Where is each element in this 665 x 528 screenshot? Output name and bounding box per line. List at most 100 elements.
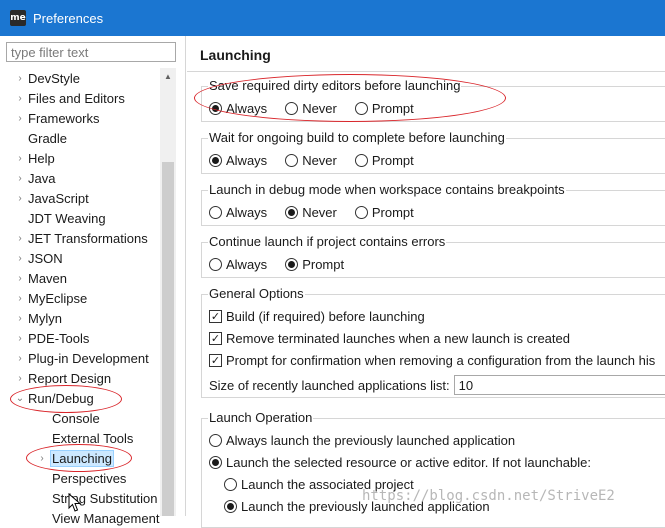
tree-item-label: Maven: [28, 270, 68, 286]
page-title: Launching: [200, 47, 271, 63]
tree-item-jdt-weaving[interactable]: JDT Weaving: [14, 208, 108, 228]
radio-indicator[interactable]: [224, 499, 237, 513]
save-dirty-radio-prompt[interactable]: Prompt: [354, 101, 414, 116]
window-title: Preferences: [33, 10, 104, 26]
radio-indicator[interactable]: [285, 153, 299, 167]
radio-label: Prompt: [371, 204, 414, 220]
wait-build-radio-never[interactable]: Never: [285, 153, 337, 168]
wait-build-radio-always[interactable]: Always: [209, 153, 267, 168]
radio-indicator[interactable]: [209, 153, 222, 167]
scrollbar-thumb[interactable]: [162, 162, 174, 516]
radio-indicator[interactable]: [209, 101, 222, 115]
checkbox-checked-icon[interactable]: ✓: [209, 331, 222, 345]
radio-label: Always launch the previously launched ap…: [226, 432, 516, 448]
tree-item-frameworks[interactable]: › Frameworks: [14, 108, 102, 128]
tree-scrollbar[interactable]: ▲: [160, 68, 176, 516]
tree-item-java[interactable]: › Java: [14, 168, 57, 188]
group-title: Launch Operation: [208, 410, 314, 425]
continue-errors-radio-prompt[interactable]: Prompt: [285, 257, 344, 272]
tree-item-view-management[interactable]: View Management: [40, 508, 161, 528]
chevron-right-icon[interactable]: ›: [14, 148, 26, 168]
tree-item-console[interactable]: Console: [40, 408, 102, 428]
radio-indicator[interactable]: [354, 153, 368, 167]
tree-item-label: JSON: [28, 250, 63, 266]
continue-errors-radio-always[interactable]: Always: [209, 257, 267, 272]
chevron-right-icon[interactable]: ›: [14, 328, 26, 348]
tree-item-run-debug[interactable]: ⌄ Run/Debug: [14, 388, 96, 408]
checkbox-prompt-remove-config[interactable]: ✓ Prompt for confirmation when removing a…: [209, 351, 655, 369]
chevron-right-icon[interactable]: ›: [14, 228, 26, 248]
tree-item-perspectives[interactable]: Perspectives: [40, 468, 128, 488]
radio-label: Never: [302, 100, 337, 116]
tree-item-devstyle[interactable]: › DevStyle: [14, 68, 82, 88]
debug-mode-radio-always[interactable]: Always: [209, 205, 267, 220]
radio-indicator[interactable]: [209, 257, 222, 271]
launch-op-radio-selected-resource[interactable]: Launch the selected resource or active e…: [209, 453, 591, 471]
chevron-right-icon[interactable]: ›: [14, 268, 26, 288]
tree-item-maven[interactable]: › Maven: [14, 268, 69, 288]
checkbox-checked-icon[interactable]: ✓: [209, 309, 222, 323]
tree-item-gradle[interactable]: Gradle: [14, 128, 69, 148]
debug-mode-radio-never[interactable]: Never: [285, 205, 337, 220]
tree-item-pde-tools[interactable]: › PDE-Tools: [14, 328, 91, 348]
tree-item-label: Perspectives: [52, 470, 127, 486]
filter-input[interactable]: [6, 42, 176, 62]
tree-item-label: Launching: [50, 449, 114, 467]
tree-item-label: Java: [28, 170, 56, 186]
chevron-right-icon[interactable]: ›: [14, 308, 26, 328]
tree-item-launching[interactable]: › Launching: [34, 448, 114, 468]
chevron-right-icon[interactable]: ›: [14, 168, 26, 188]
tree-item-mylyn[interactable]: › Mylyn: [14, 308, 64, 328]
save-dirty-radio-always[interactable]: Always: [209, 101, 267, 116]
wait-build-radio-prompt[interactable]: Prompt: [354, 152, 414, 168]
chevron-right-icon[interactable]: ›: [14, 68, 26, 88]
tree-item-myeclipse[interactable]: › MyEclipse: [14, 288, 89, 308]
chevron-right-icon[interactable]: ›: [34, 448, 50, 468]
radio-indicator[interactable]: [354, 101, 368, 115]
radio-label: Always: [226, 152, 268, 168]
checkbox-checked-icon[interactable]: ✓: [209, 353, 222, 367]
chevron-right-icon[interactable]: ›: [14, 108, 26, 128]
radio-selected-dot: [288, 260, 296, 268]
tree-item-label: DevStyle: [28, 70, 81, 86]
radio-indicator[interactable]: [285, 101, 299, 115]
chevron-down-icon[interactable]: ⌄: [14, 388, 26, 408]
chevron-right-icon[interactable]: ›: [14, 248, 26, 268]
scroll-up-arrow-icon[interactable]: ▲: [160, 68, 176, 84]
radio-indicator[interactable]: [209, 455, 222, 469]
chevron-right-icon[interactable]: ›: [14, 88, 26, 108]
preferences-tree-panel: ›DevStyle ›Files and Editors ›Frameworks…: [0, 36, 186, 526]
tree-item-string-substitution[interactable]: String Substitution: [40, 488, 160, 508]
launching-preference-page: Launching Save required dirty editors be…: [187, 36, 665, 528]
chevron-right-icon[interactable]: ›: [14, 368, 26, 388]
group-title: Launch in debug mode when workspace cont…: [208, 182, 566, 197]
tree-item-help[interactable]: › Help: [14, 148, 57, 168]
chevron-right-icon[interactable]: ›: [14, 288, 26, 308]
radio-label: Never: [302, 204, 337, 220]
tree-item-external-tools[interactable]: External Tools: [40, 428, 135, 448]
radio-label: Always: [226, 256, 268, 272]
tree-item-report-design[interactable]: › Report Design: [14, 368, 113, 388]
checkbox-remove-terminated[interactable]: ✓ Remove terminated launches when a new l…: [209, 329, 570, 347]
debug-mode-radio-prompt[interactable]: Prompt: [354, 204, 414, 220]
radio-indicator[interactable]: [224, 477, 237, 491]
group-general-options: General Options ✓ Build (if required) bef…: [201, 286, 665, 398]
tree-item-json[interactable]: › JSON: [14, 248, 65, 268]
radio-indicator[interactable]: [285, 257, 299, 271]
checkbox-build-before-launch[interactable]: ✓ Build (if required) before launching: [209, 307, 425, 325]
tree-item-javascript[interactable]: › JavaScript: [14, 188, 91, 208]
recent-list-size-input[interactable]: [453, 375, 665, 395]
radio-indicator[interactable]: [209, 205, 222, 219]
chevron-right-icon[interactable]: ›: [14, 348, 26, 368]
tree-item-jet-transformations[interactable]: › JET Transformations: [14, 228, 150, 248]
radio-indicator[interactable]: [209, 433, 222, 447]
tree-item-plug-in-development[interactable]: › Plug-in Development: [14, 348, 151, 368]
tree-item-label: JavaScript: [28, 190, 89, 206]
launch-op-radio-previous[interactable]: Always launch the previously launched ap…: [209, 431, 515, 449]
radio-indicator[interactable]: [354, 205, 368, 219]
radio-indicator[interactable]: [285, 205, 299, 219]
save-dirty-radio-never[interactable]: Never: [285, 101, 337, 116]
chevron-right-icon[interactable]: ›: [14, 188, 26, 208]
tree-item-files-and-editors[interactable]: › Files and Editors: [14, 88, 127, 108]
radio-label: Prompt: [371, 152, 414, 168]
